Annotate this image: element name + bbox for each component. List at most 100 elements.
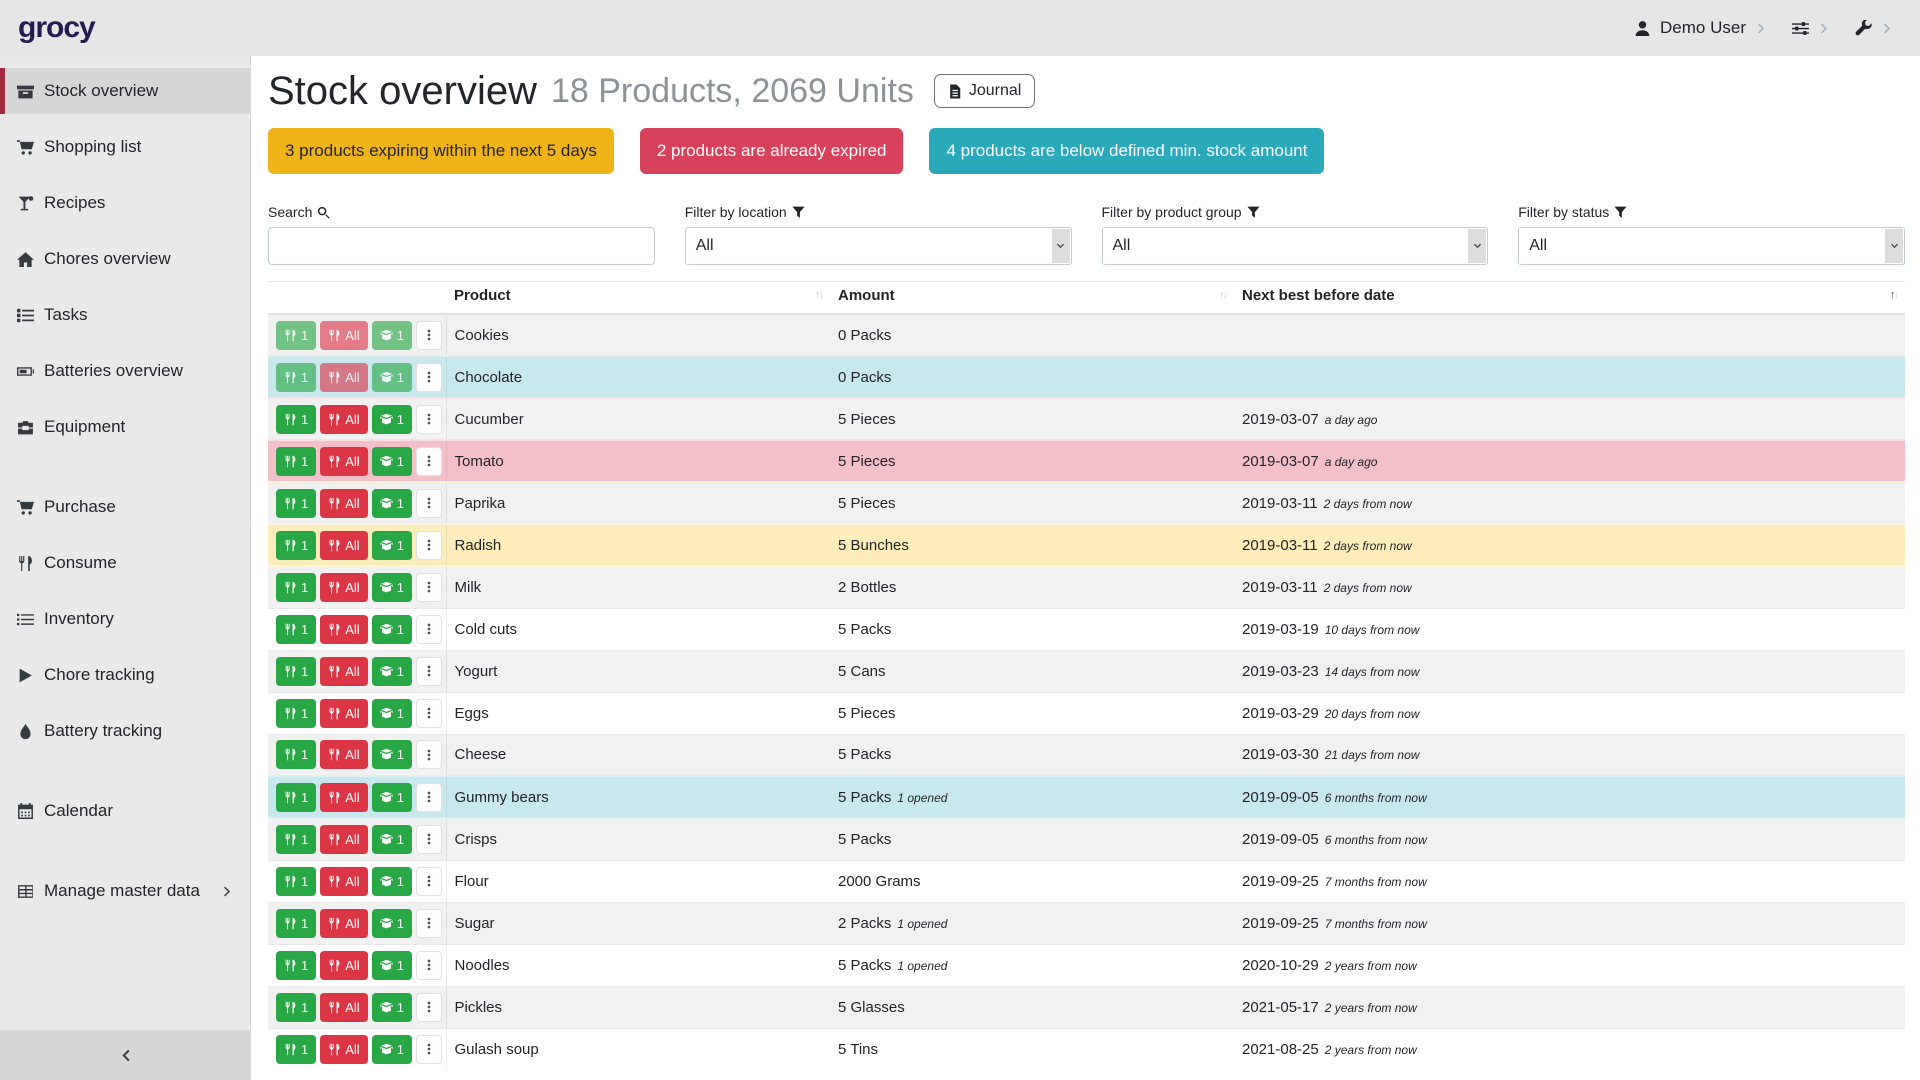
consume-all-button[interactable]: All: [320, 867, 367, 896]
amount-column-header[interactable]: Amount ↑↓: [830, 282, 1234, 315]
consume-one-button[interactable]: 1: [276, 531, 316, 560]
row-menu-button[interactable]: [416, 405, 442, 434]
consume-one-button[interactable]: 1: [276, 825, 316, 854]
consume-one-button[interactable]: 1: [276, 783, 316, 812]
open-one-button[interactable]: 1: [372, 321, 412, 350]
consume-one-button[interactable]: 1: [276, 1035, 316, 1064]
open-one-button[interactable]: 1: [372, 489, 412, 518]
consume-all-button[interactable]: All: [320, 489, 367, 518]
user-menu[interactable]: Demo User: [1634, 18, 1768, 38]
settings-menu[interactable]: [1792, 20, 1831, 37]
sidebar-item-consume[interactable]: Consume: [0, 540, 250, 586]
consume-all-button[interactable]: All: [320, 993, 367, 1022]
open-one-button[interactable]: 1: [372, 405, 412, 434]
consume-all-button[interactable]: All: [320, 615, 367, 644]
open-one-button[interactable]: 1: [372, 783, 412, 812]
sidebar-item-chores-overview[interactable]: Chores overview: [0, 236, 250, 282]
open-one-button[interactable]: 1: [372, 993, 412, 1022]
status-select[interactable]: All: [1518, 227, 1905, 265]
open-one-button[interactable]: 1: [372, 615, 412, 644]
below-min-stock-alert[interactable]: 4 products are below defined min. stock …: [929, 128, 1324, 174]
open-one-button[interactable]: 1: [372, 825, 412, 854]
row-menu-button[interactable]: [416, 951, 442, 980]
consume-one-button[interactable]: 1: [276, 573, 316, 602]
expiring-alert[interactable]: 3 products expiring within the next 5 da…: [268, 128, 614, 174]
sidebar-item-battery-tracking[interactable]: Battery tracking: [0, 708, 250, 754]
product-group-select[interactable]: All: [1102, 227, 1489, 265]
consume-one-button[interactable]: 1: [276, 321, 316, 350]
open-one-button[interactable]: 1: [372, 909, 412, 938]
row-menu-button[interactable]: [416, 321, 442, 350]
row-menu-button[interactable]: [416, 909, 442, 938]
row-menu-button[interactable]: [416, 573, 442, 602]
product-column-header[interactable]: Product ↑↓: [446, 282, 830, 315]
consume-all-button[interactable]: All: [320, 825, 367, 854]
row-menu-button[interactable]: [416, 699, 442, 728]
row-menu-button[interactable]: [416, 740, 442, 769]
consume-all-button[interactable]: All: [320, 783, 367, 812]
journal-button[interactable]: Journal: [934, 74, 1035, 108]
row-menu-button[interactable]: [416, 657, 442, 686]
open-one-button[interactable]: 1: [372, 1035, 412, 1064]
sidebar-item-tasks[interactable]: Tasks: [0, 292, 250, 338]
admin-menu[interactable]: [1855, 20, 1894, 37]
best-before-column-header[interactable]: Next best before date ↑↓: [1234, 282, 1905, 315]
consume-one-button[interactable]: 1: [276, 447, 316, 476]
consume-all-button[interactable]: All: [320, 951, 367, 980]
row-menu-button[interactable]: [416, 867, 442, 896]
row-menu-button[interactable]: [416, 993, 442, 1022]
sidebar-item-calendar[interactable]: Calendar: [0, 788, 250, 834]
consume-all-button[interactable]: All: [320, 321, 367, 350]
row-menu-button[interactable]: [416, 447, 442, 476]
sidebar-item-shopping-list[interactable]: Shopping list: [0, 124, 250, 170]
consume-all-button[interactable]: All: [320, 1035, 367, 1064]
row-menu-button[interactable]: [416, 531, 442, 560]
open-one-button[interactable]: 1: [372, 363, 412, 392]
consume-all-button[interactable]: All: [320, 909, 367, 938]
row-menu-button[interactable]: [416, 825, 442, 854]
consume-one-button[interactable]: 1: [276, 489, 316, 518]
sidebar-item-chore-tracking[interactable]: Chore tracking: [0, 652, 250, 698]
row-menu-button[interactable]: [416, 783, 442, 812]
open-one-button[interactable]: 1: [372, 573, 412, 602]
consume-one-button[interactable]: 1: [276, 740, 316, 769]
consume-one-button[interactable]: 1: [276, 615, 316, 644]
row-menu-button[interactable]: [416, 615, 442, 644]
open-one-button[interactable]: 1: [372, 740, 412, 769]
open-one-button[interactable]: 1: [372, 867, 412, 896]
consume-one-button[interactable]: 1: [276, 909, 316, 938]
consume-all-button[interactable]: All: [320, 573, 367, 602]
open-one-button[interactable]: 1: [372, 447, 412, 476]
row-menu-button[interactable]: [416, 363, 442, 392]
open-one-button[interactable]: 1: [372, 657, 412, 686]
row-menu-button[interactable]: [416, 1035, 442, 1064]
sidebar-item-stock-overview[interactable]: Stock overview: [0, 68, 250, 114]
sidebar-item-batteries-overview[interactable]: Batteries overview: [0, 348, 250, 394]
sidebar-item-purchase[interactable]: Purchase: [0, 484, 250, 530]
open-one-button[interactable]: 1: [372, 951, 412, 980]
consume-one-button[interactable]: 1: [276, 867, 316, 896]
consume-one-button[interactable]: 1: [276, 657, 316, 686]
consume-one-button[interactable]: 1: [276, 363, 316, 392]
sidebar-item-equipment[interactable]: Equipment: [0, 404, 250, 450]
expired-alert[interactable]: 2 products are already expired: [640, 128, 904, 174]
consume-one-button[interactable]: 1: [276, 993, 316, 1022]
row-menu-button[interactable]: [416, 489, 442, 518]
consume-all-button[interactable]: All: [320, 531, 367, 560]
sidebar-item-recipes[interactable]: Recipes: [0, 180, 250, 226]
consume-all-button[interactable]: All: [320, 447, 367, 476]
open-one-button[interactable]: 1: [372, 531, 412, 560]
consume-all-button[interactable]: All: [320, 405, 367, 434]
sidebar-item-manage-master-data[interactable]: Manage master data: [0, 868, 250, 914]
consume-one-button[interactable]: 1: [276, 699, 316, 728]
grocy-logo[interactable]: grocy: [0, 11, 95, 45]
consume-all-button[interactable]: All: [320, 740, 367, 769]
open-one-button[interactable]: 1: [372, 699, 412, 728]
consume-one-button[interactable]: 1: [276, 405, 316, 434]
sidebar-item-inventory[interactable]: Inventory: [0, 596, 250, 642]
consume-all-button[interactable]: All: [320, 699, 367, 728]
location-select[interactable]: All: [685, 227, 1072, 265]
consume-all-button[interactable]: All: [320, 363, 367, 392]
consume-one-button[interactable]: 1: [276, 951, 316, 980]
consume-all-button[interactable]: All: [320, 657, 367, 686]
